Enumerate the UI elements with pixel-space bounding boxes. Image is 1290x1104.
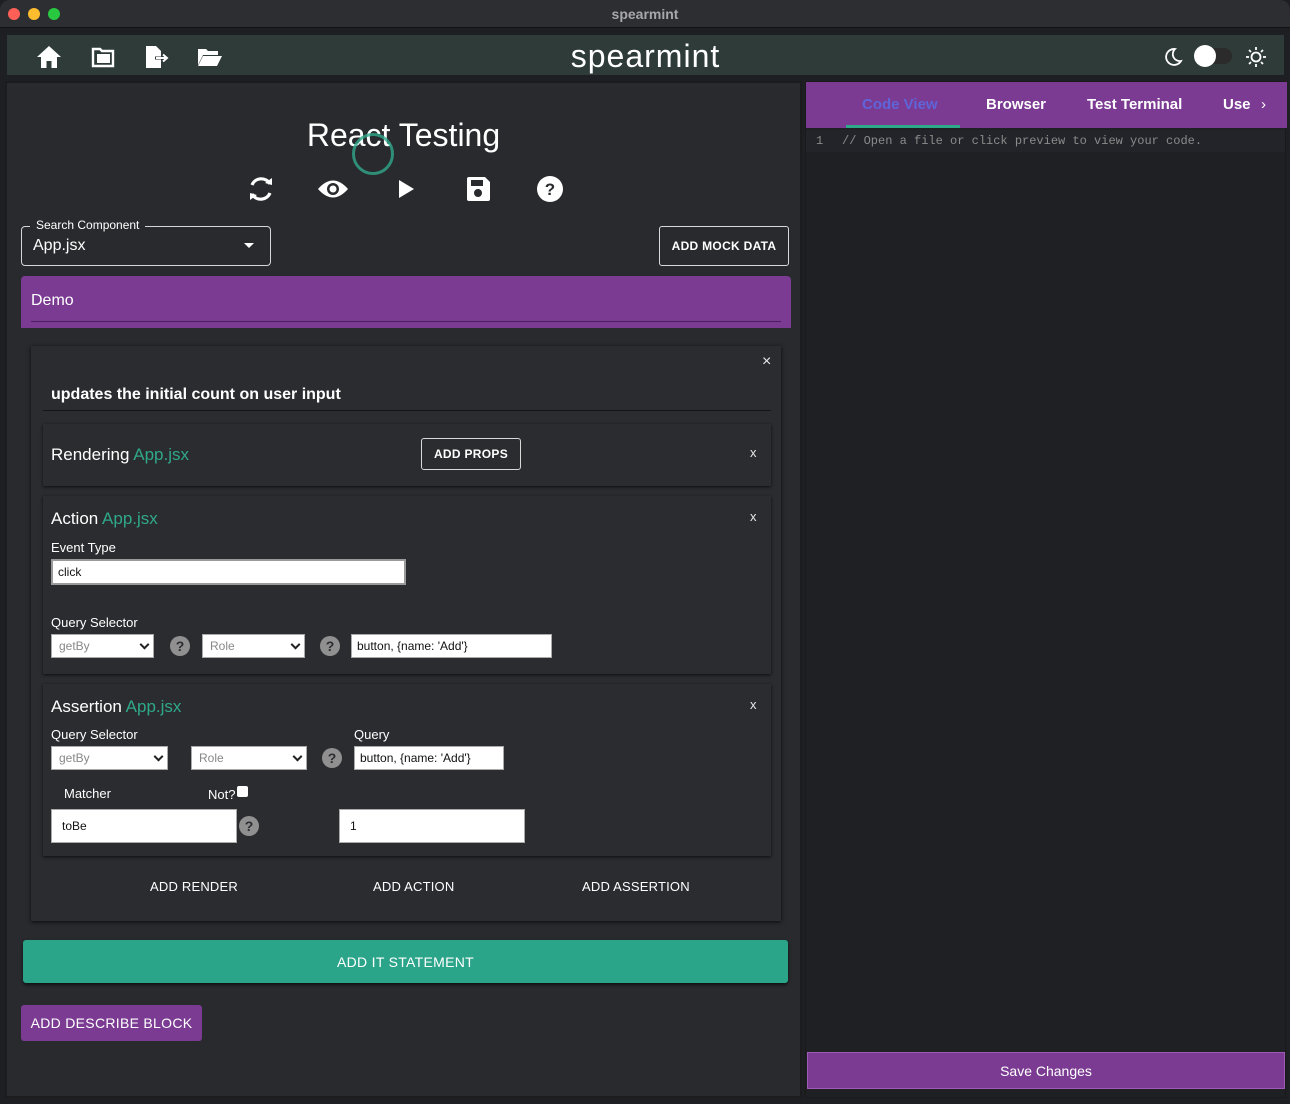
sun-icon <box>1242 43 1270 71</box>
rendering-section: Rendering App.jsx ADD PROPS x <box>43 424 771 486</box>
not-checkbox[interactable] <box>237 786 248 797</box>
action-query-variant-select[interactable]: getBy <box>51 634 154 658</box>
event-type-label: Event Type <box>51 540 116 555</box>
close-assertion-icon[interactable]: x <box>750 698 757 711</box>
assertion-query-type-select[interactable]: Role <box>191 746 307 770</box>
chevron-down-icon <box>153 751 164 762</box>
refresh-icon[interactable] <box>245 173 277 205</box>
chevron-down-icon <box>290 639 301 650</box>
tab-test-terminal[interactable]: Test Terminal <box>1087 96 1182 113</box>
save-changes-button[interactable]: Save Changes <box>807 1052 1285 1089</box>
save-icon[interactable] <box>462 173 494 205</box>
chevron-down-icon <box>139 639 150 650</box>
assertion-query-variant-value: getBy <box>59 751 90 765</box>
test-builder-panel: React Testing ? Search Component App.jsx… <box>5 81 802 1098</box>
event-type-input[interactable]: click <box>51 559 406 585</box>
tab-use[interactable]: Use <box>1223 96 1251 113</box>
dropdown-caret-icon <box>244 243 254 248</box>
rendering-title: Rendering App.jsx <box>51 445 189 465</box>
assertion-query-variant-select[interactable]: getBy <box>51 746 168 770</box>
action-query-type-value: Role <box>210 639 235 653</box>
active-tab-indicator <box>846 125 960 128</box>
action-label: Action <box>51 509 99 528</box>
close-rendering-icon[interactable]: x <box>750 446 757 459</box>
tab-code-view[interactable]: Code View <box>862 96 938 113</box>
chevron-down-icon <box>292 751 303 762</box>
tab-browser[interactable]: Browser <box>986 96 1046 113</box>
describe-block-header: Demo <box>21 276 791 328</box>
theme-toggle[interactable] <box>1194 45 1232 67</box>
add-render-button[interactable]: ADD RENDER <box>150 879 238 894</box>
code-editor-line[interactable]: 1 // Open a file or click preview to vie… <box>806 130 1285 152</box>
help-icon[interactable]: ? <box>170 636 190 656</box>
assertion-title: Assertion App.jsx <box>51 697 181 717</box>
add-describe-block-button[interactable]: ADD DESCRIBE BLOCK <box>21 1005 202 1041</box>
add-mock-data-button[interactable]: ADD MOCK DATA <box>659 226 789 266</box>
action-query-type-select[interactable]: Role <box>202 634 305 658</box>
help-icon[interactable]: ? <box>322 748 342 768</box>
add-props-button[interactable]: ADD PROPS <box>421 438 521 470</box>
moon-icon <box>1159 43 1187 71</box>
expected-value-input[interactable]: 1 <box>339 809 525 843</box>
search-component-value: App.jsx <box>33 237 86 254</box>
action-query-variant-value: getBy <box>59 639 90 653</box>
add-assertion-button[interactable]: ADD ASSERTION <box>582 879 690 894</box>
eye-icon[interactable] <box>317 173 349 205</box>
assertion-query-input[interactable]: button, {name: 'Add'} <box>354 746 504 770</box>
matcher-input[interactable]: toBe <box>51 809 237 843</box>
chevron-right-icon[interactable]: › <box>1261 96 1266 113</box>
line-number: 1 <box>816 134 824 148</box>
assertion-section: Assertion App.jsx x Query Selector Query… <box>43 684 771 856</box>
matcher-label: Matcher <box>64 786 111 801</box>
it-statement-divider <box>43 410 771 411</box>
add-action-button[interactable]: ADD ACTION <box>373 879 454 894</box>
code-view-panel: Code View Browser Test Terminal Use › 1 … <box>805 81 1287 1098</box>
describe-divider <box>31 321 781 322</box>
assertion-label: Assertion <box>51 697 122 716</box>
add-it-statement-button[interactable]: ADD IT STATEMENT <box>23 940 788 983</box>
action-section: Action App.jsx x Event Type click Query … <box>43 496 771 674</box>
action-query-input[interactable]: button, {name: 'Add'} <box>351 634 552 658</box>
help-icon[interactable]: ? <box>534 173 566 205</box>
assertion-query-selector-label: Query Selector <box>51 727 138 742</box>
code-text: // Open a file or click preview to view … <box>842 134 1203 148</box>
svg-text:?: ? <box>545 180 555 199</box>
window-titlebar: spearmint <box>0 0 1290 28</box>
rendering-label: Rendering <box>51 445 130 464</box>
close-action-icon[interactable]: x <box>750 510 757 523</box>
describe-block-label[interactable]: Demo <box>31 292 74 310</box>
right-panel-tabs: Code View Browser Test Terminal Use › <box>806 82 1287 128</box>
assertion-query-type-value: Role <box>199 751 224 765</box>
help-icon[interactable]: ? <box>320 636 340 656</box>
help-icon[interactable]: ? <box>239 816 259 836</box>
close-it-statement-icon[interactable]: × <box>762 354 771 370</box>
search-component-select[interactable]: Search Component App.jsx <box>21 218 271 266</box>
it-statement-card: × updates the initial count on user inpu… <box>31 346 781 921</box>
rendering-component: App.jsx <box>133 445 189 464</box>
page-title: React Testing <box>306 117 501 153</box>
action-query-selector-label: Query Selector <box>51 615 138 630</box>
action-component: App.jsx <box>102 509 158 528</box>
app-header: spearmint <box>5 33 1286 77</box>
window-title: spearmint <box>611 6 679 22</box>
it-statement-text[interactable]: updates the initial count on user input <box>51 386 341 404</box>
play-icon[interactable] <box>390 173 422 205</box>
theme-toggle-knob <box>1194 45 1216 67</box>
loading-spinner <box>352 133 394 175</box>
assertion-query-label: Query <box>354 727 390 742</box>
assertion-component: App.jsx <box>125 697 182 716</box>
not-label: Not? <box>208 787 236 802</box>
brand-logo: spearmint <box>570 38 721 74</box>
action-title: Action App.jsx <box>51 509 158 529</box>
search-component-label: Search Component <box>30 218 146 232</box>
